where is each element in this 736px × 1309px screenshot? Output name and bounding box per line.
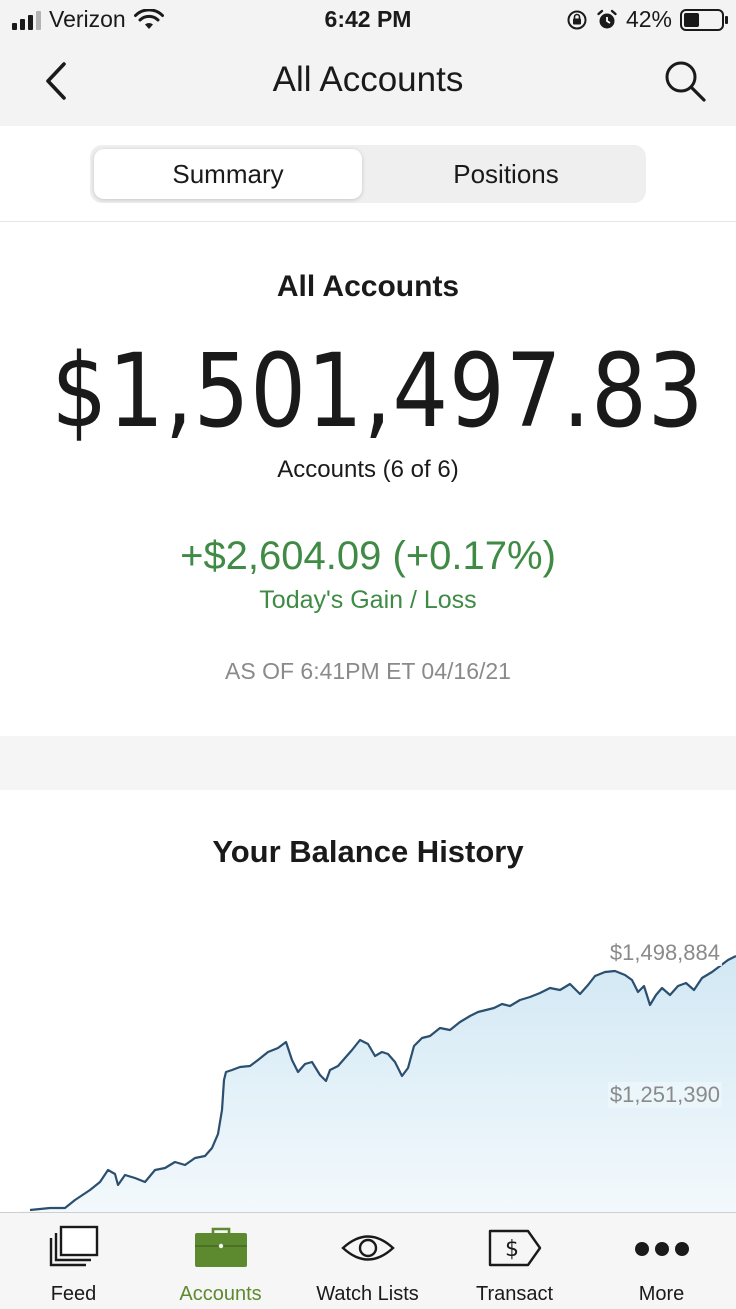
eye-icon: [340, 1235, 395, 1261]
tab-transact-label: Transact: [475, 1283, 554, 1305]
dollar-tag-icon: $: [488, 1229, 541, 1267]
section-divider: [0, 736, 736, 790]
tab-accounts-label: Accounts: [179, 1283, 262, 1305]
tab-feed-label: Feed: [50, 1283, 97, 1305]
chart-mid-value: $1,251,390: [607, 1082, 722, 1108]
tab-transact[interactable]: $ Transact: [441, 1213, 588, 1309]
feed-icon: [49, 1225, 98, 1267]
battery-icon: [680, 8, 728, 31]
summary-panel: All Accounts $1,501,497.83 Accounts (6 o…: [0, 222, 736, 736]
as-of-timestamp: AS OF 6:41PM ET 04/16/21: [225, 658, 511, 684]
segmented-control: Summary Positions: [90, 145, 646, 203]
search-icon[interactable]: [662, 58, 708, 104]
tab-feed[interactable]: Feed: [0, 1213, 147, 1309]
orientation-lock-icon: [567, 10, 587, 29]
status-right: 42%: [566, 6, 728, 33]
tab-watch-lists-label: Watch Lists: [316, 1283, 419, 1305]
accounts-count[interactable]: Accounts (6 of 6): [0, 456, 736, 484]
briefcase-icon: [194, 1227, 247, 1267]
more-dots-icon: [634, 1242, 689, 1256]
battery-percent: 42%: [625, 6, 672, 32]
total-balance: $1,501,497.83: [51, 332, 705, 451]
tab-summary[interactable]: Summary: [94, 149, 362, 199]
todays-gain-label: Today's Gain / Loss: [259, 586, 477, 614]
tab-more-label: More: [638, 1283, 685, 1305]
nav-bar: All Accounts: [0, 40, 736, 126]
bottom-tab-bar: Feed Accounts Watch Lists $ Transact Mor…: [0, 1212, 736, 1309]
alarm-icon: [597, 9, 617, 28]
status-bar: Verizon 6:42 PM 42%: [0, 0, 736, 40]
tab-watch-lists[interactable]: Watch Lists: [294, 1213, 441, 1309]
todays-gain-value: +$2,604.09 (+0.17%): [180, 534, 556, 578]
accounts-heading: All Accounts: [276, 270, 460, 303]
balance-history-card: Your Balance History $1,498,884 $1,251,3…: [0, 790, 736, 1212]
segment-area: Summary Positions: [0, 126, 736, 222]
tab-positions[interactable]: Positions: [368, 149, 644, 199]
tab-more[interactable]: More: [588, 1213, 735, 1309]
svg-text:$: $: [505, 1237, 519, 1262]
tab-accounts[interactable]: Accounts: [147, 1213, 294, 1309]
balance-history-title: Your Balance History: [212, 834, 524, 869]
chart-high-value: $1,498,884: [607, 940, 722, 966]
page-title: All Accounts: [272, 60, 464, 99]
